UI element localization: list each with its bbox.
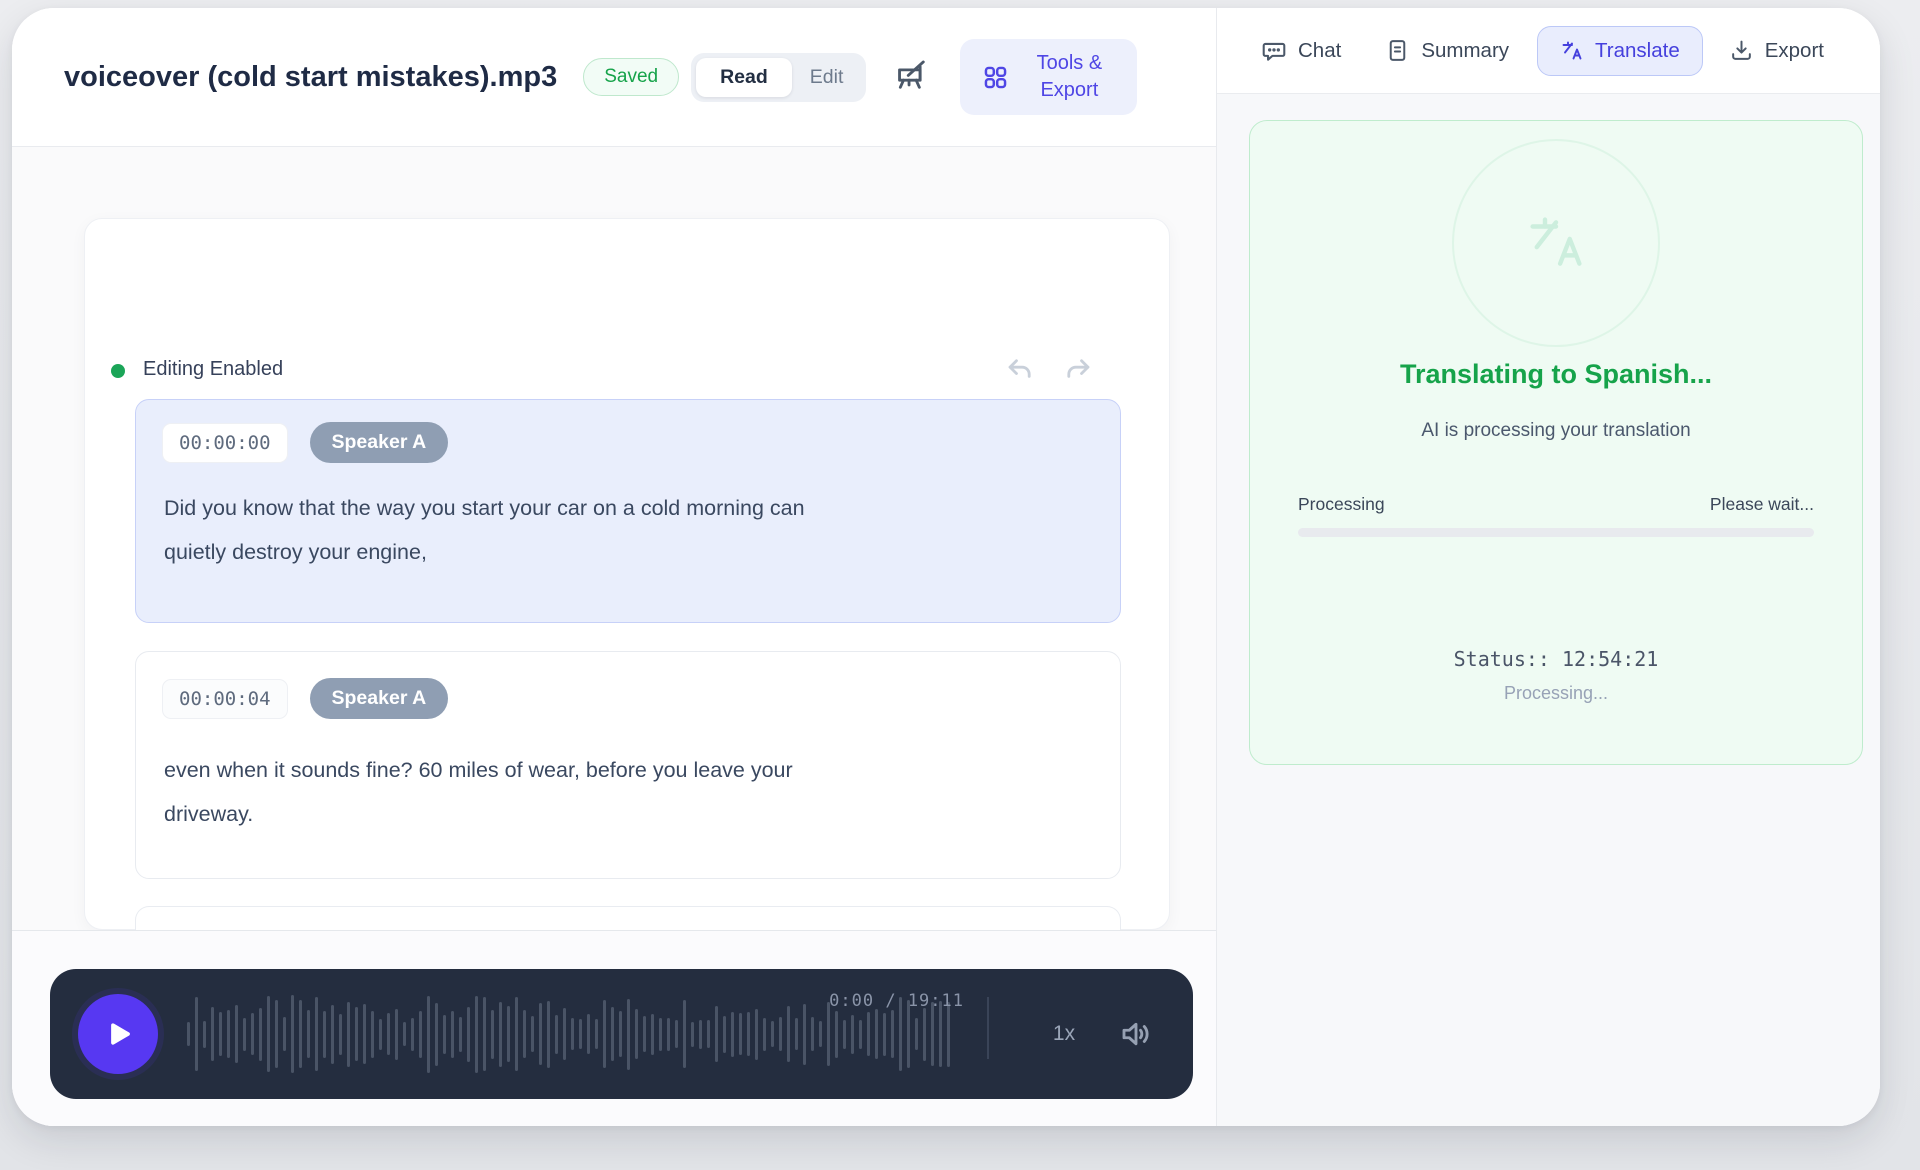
read-mode-button[interactable]: Read xyxy=(696,58,792,97)
timestamp-chip: 00:00:04 xyxy=(162,679,288,719)
segment-meta: 00:00:00 Speaker A xyxy=(162,422,448,463)
waveform[interactable] xyxy=(187,969,959,1099)
tab-export-label: Export xyxy=(1765,39,1824,63)
progress-label: Processing xyxy=(1298,494,1385,515)
translate-icon xyxy=(1560,39,1584,63)
edit-mode-button[interactable]: Edit xyxy=(792,58,862,97)
download-icon xyxy=(1729,38,1754,63)
progress-labels: Processing Please wait... xyxy=(1298,494,1814,515)
timestamp-chip: 00:00:00 xyxy=(162,423,288,463)
document-header: voiceover (cold start mistakes).mp3 Save… xyxy=(12,8,1216,147)
editing-status-row: Editing Enabled xyxy=(85,351,1169,391)
tools-export-label: Tools & Export xyxy=(1023,50,1115,104)
tab-summary-label: Summary xyxy=(1421,39,1509,63)
editing-enabled-label: Editing Enabled xyxy=(143,358,283,381)
app-window: voiceover (cold start mistakes).mp3 Save… xyxy=(12,8,1880,1126)
translate-watermark-circle xyxy=(1452,139,1660,347)
player-divider xyxy=(987,997,989,1059)
tab-chat-label: Chat xyxy=(1298,39,1341,63)
status-line: Status:: 12:54:21 xyxy=(1250,647,1862,671)
tab-chat[interactable]: Chat xyxy=(1261,38,1341,64)
player-footer: 0:00 / 19:11 1x xyxy=(12,930,1216,1126)
playback-speed-button[interactable]: 1x xyxy=(1022,969,1106,1099)
document-icon xyxy=(1385,38,1410,63)
segment-meta: 00:00:04 Speaker A xyxy=(162,678,448,719)
segment-text: Did you know that the way you start your… xyxy=(164,486,1064,574)
transcript-segment[interactable]: 00:00:00 Speaker A Did you know that the… xyxy=(135,399,1121,623)
translation-title: Translating to Spanish... xyxy=(1250,359,1862,390)
read-edit-toggle: Read Edit xyxy=(691,53,866,102)
transcript-panel: Editing Enabled 00:00:00 Speaker A xyxy=(84,218,1170,930)
editing-enabled-dot xyxy=(111,364,125,378)
translate-watermark-icon xyxy=(1523,210,1589,276)
chat-icon xyxy=(1261,38,1287,64)
tab-export[interactable]: Export xyxy=(1729,38,1824,63)
progress-hint: Please wait... xyxy=(1710,494,1814,515)
presentation-easel-icon[interactable] xyxy=(894,58,932,96)
grid-icon xyxy=(982,64,1009,91)
saved-status-badge: Saved xyxy=(583,58,679,96)
translation-progress-card: Translating to Spanish... AI is processi… xyxy=(1249,120,1863,765)
redo-icon[interactable] xyxy=(1061,353,1095,387)
tab-translate-label: Translate xyxy=(1595,39,1680,63)
audio-player: 0:00 / 19:11 1x xyxy=(50,969,1193,1099)
file-title: voiceover (cold start mistakes).mp3 xyxy=(64,61,557,94)
speaker-badge: Speaker A xyxy=(310,422,449,463)
play-button[interactable] xyxy=(78,994,158,1074)
undo-icon[interactable] xyxy=(1003,353,1037,387)
status-sub: Processing... xyxy=(1250,683,1862,704)
translation-subtitle: AI is processing your translation xyxy=(1250,420,1862,442)
segment-text: even when it sounds fine? 60 miles of we… xyxy=(164,748,1064,836)
tab-summary[interactable]: Summary xyxy=(1385,38,1509,63)
time-display: 0:00 / 19:11 xyxy=(828,991,964,1011)
volume-icon[interactable] xyxy=(1112,969,1160,1099)
left-panel: voiceover (cold start mistakes).mp3 Save… xyxy=(12,8,1216,1126)
right-panel-tabs: Chat Summary Translate xyxy=(1217,8,1880,94)
speaker-badge: Speaker A xyxy=(310,678,449,719)
tools-export-button[interactable]: Tools & Export xyxy=(960,39,1137,115)
tab-translate[interactable]: Translate xyxy=(1537,26,1703,76)
right-panel: Chat Summary Translate xyxy=(1216,8,1880,1126)
transcript-segment[interactable]: 00:00:04 Speaker A even when it sounds f… xyxy=(135,651,1121,879)
progress-bar xyxy=(1298,528,1814,537)
